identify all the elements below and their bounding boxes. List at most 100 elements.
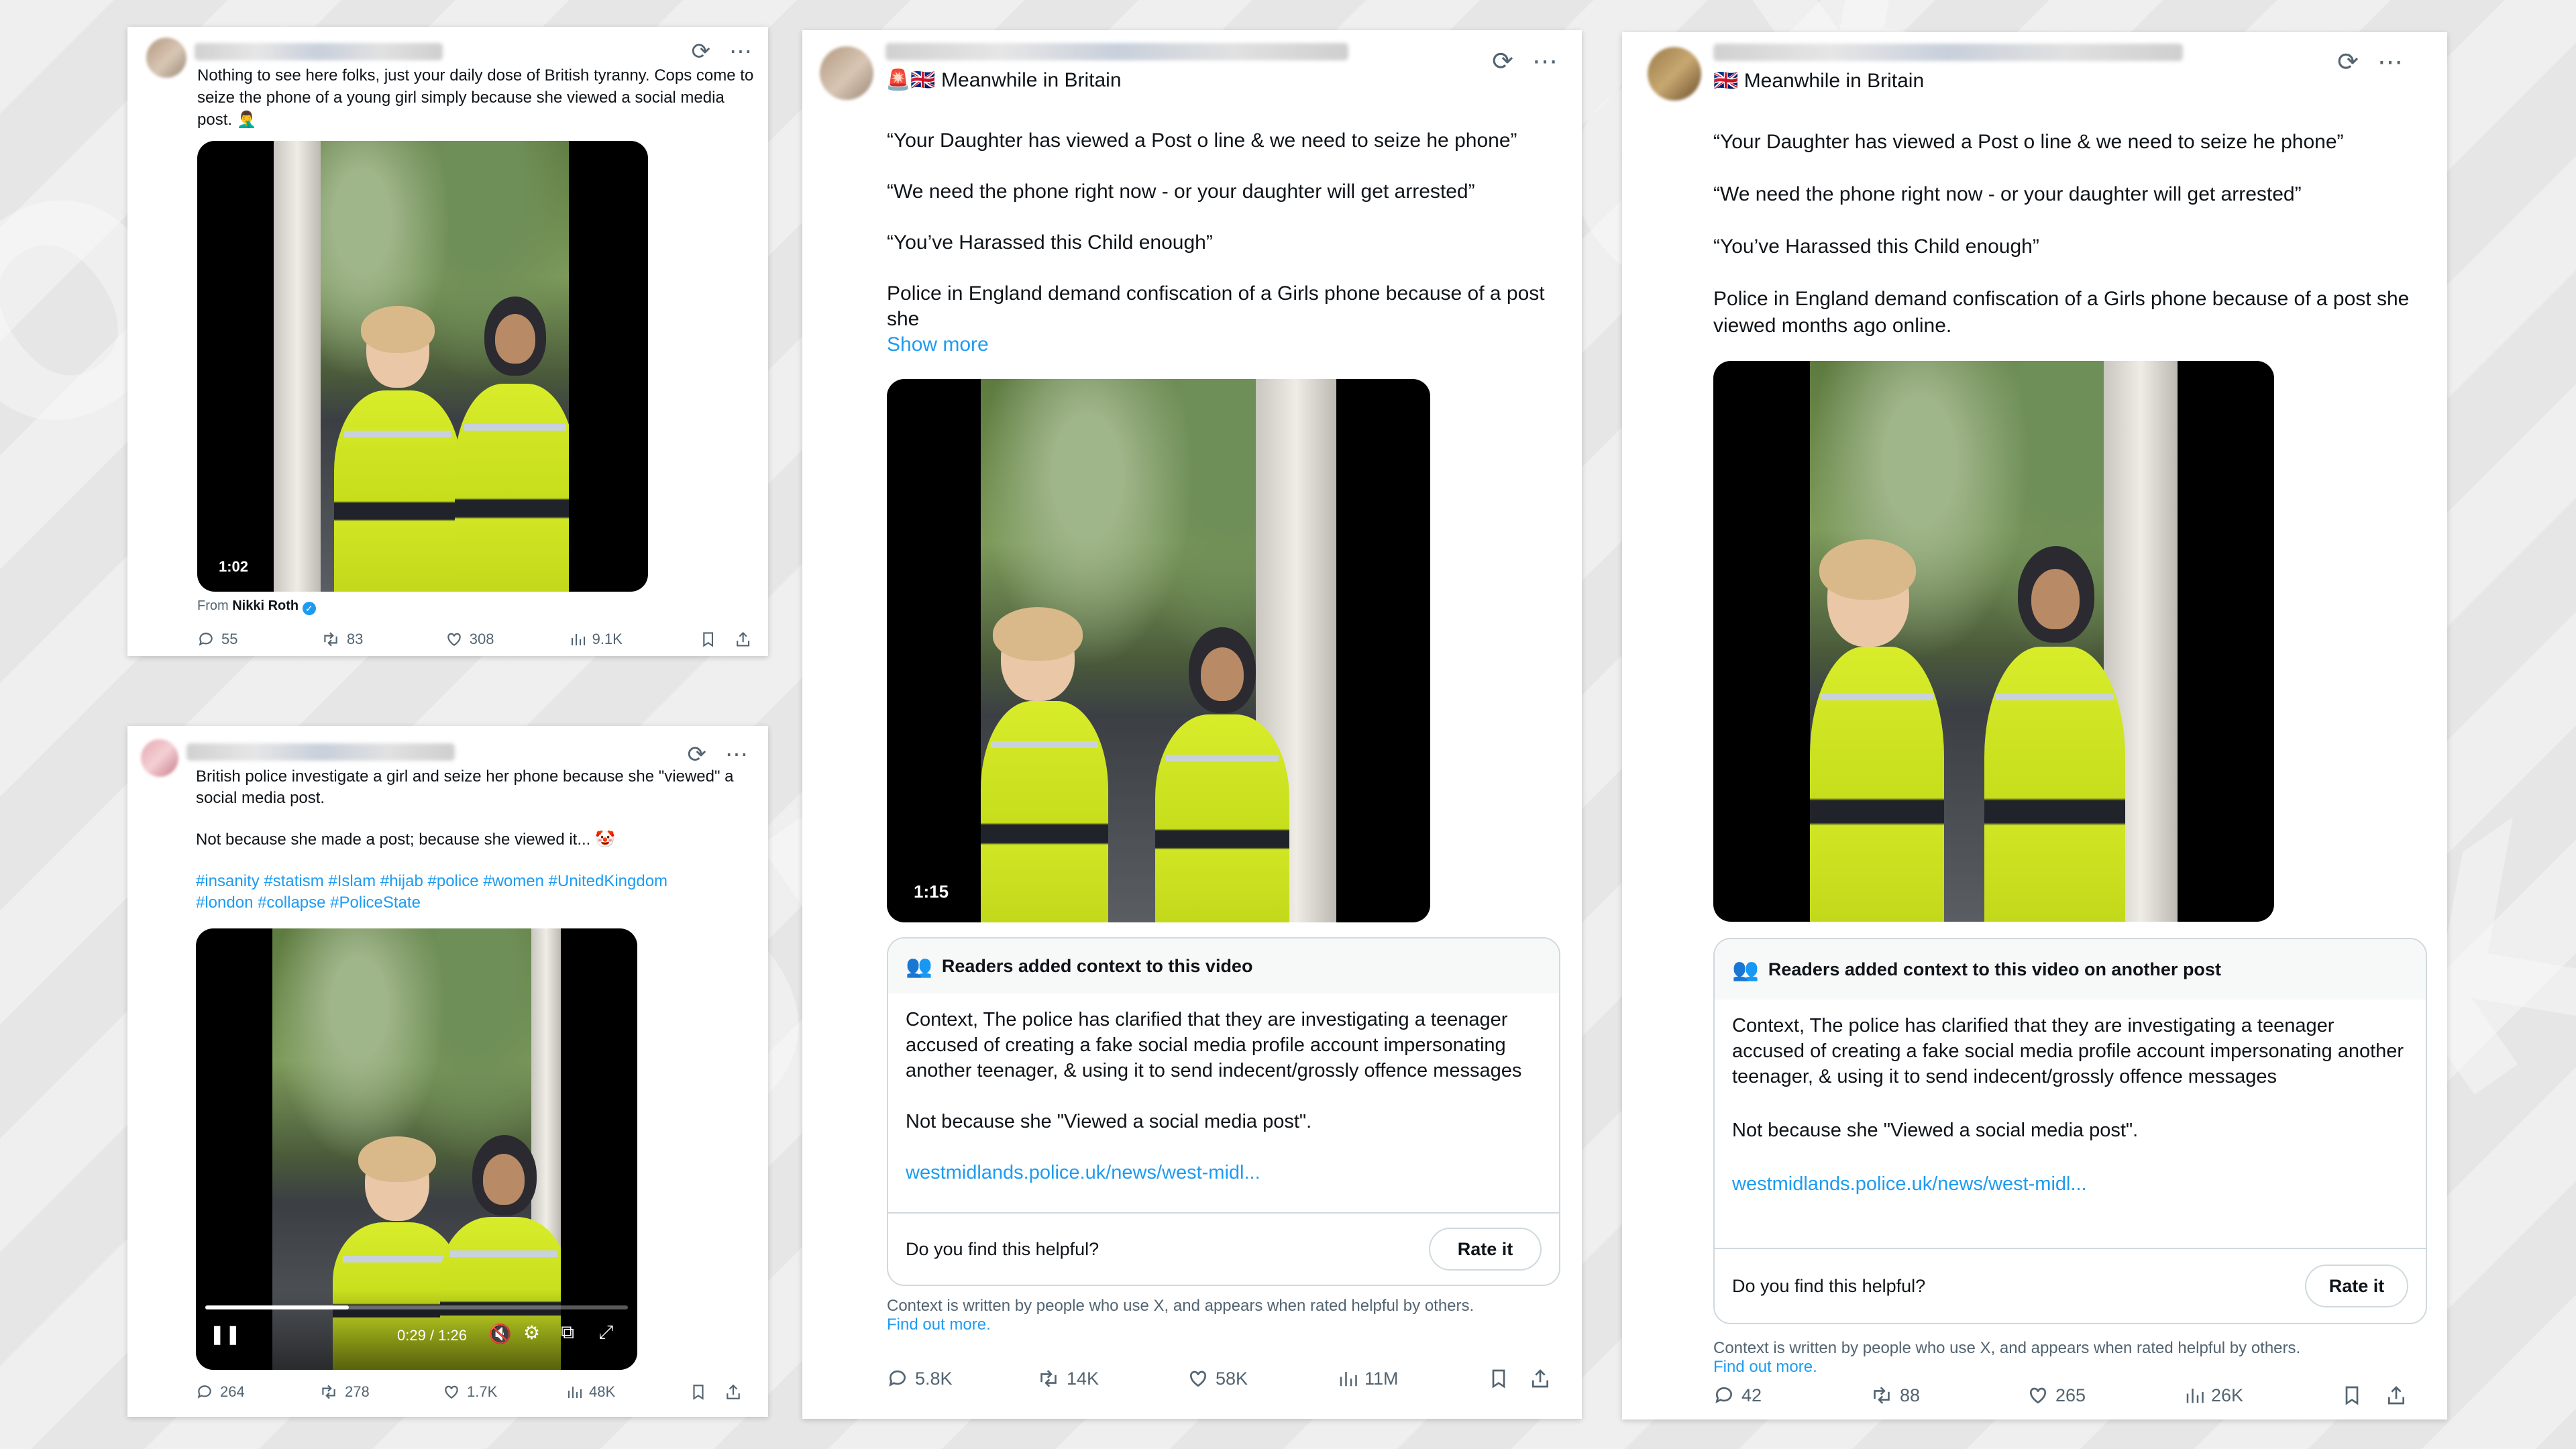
avatar[interactable] xyxy=(820,46,873,100)
bookmark-icon[interactable] xyxy=(700,631,716,648)
share-icon[interactable] xyxy=(1529,1368,1551,1389)
action-bar: 264 278 1.7K 48K xyxy=(196,1383,746,1401)
note-link[interactable]: westmidlands.police.uk/news/west-midl... xyxy=(1732,1171,2408,1197)
people-icon: 👥 xyxy=(1732,957,1759,981)
post-header-icons: ⟳ ⋯ xyxy=(2337,50,2403,75)
grok-icon[interactable]: ⟳ xyxy=(692,40,711,63)
verified-badge-icon: ✓ xyxy=(302,602,316,615)
repost-button[interactable]: 83 xyxy=(321,631,445,648)
helpful-question: Do you find this helpful? xyxy=(1732,1275,1926,1296)
note-body: Context, The police has clarified that t… xyxy=(888,1007,1559,1185)
post-header: 🚨🇬🇧 Meanwhile in Britain xyxy=(820,42,1348,100)
repost-icon xyxy=(324,632,337,647)
repost-count: 88 xyxy=(1900,1385,1921,1405)
note-title: Readers added context to this video xyxy=(941,955,1253,976)
like-count: 265 xyxy=(2055,1385,2086,1405)
find-out-more-link[interactable]: Find out more. xyxy=(1713,1358,1817,1376)
reply-count: 42 xyxy=(1741,1385,1762,1405)
grok-icon[interactable]: ⟳ xyxy=(2337,50,2359,75)
like-button[interactable]: 58K xyxy=(1187,1368,1338,1389)
repost-icon xyxy=(322,1385,335,1399)
repost-count: 14K xyxy=(1067,1368,1099,1389)
share-icon[interactable] xyxy=(724,1383,742,1401)
settings-icon[interactable]: ⚙ xyxy=(523,1322,540,1344)
share-icon[interactable] xyxy=(2385,1385,2407,1406)
rate-it-button[interactable]: Rate it xyxy=(2305,1265,2408,1307)
bookmark-icon[interactable] xyxy=(690,1383,707,1401)
repost-count: 83 xyxy=(346,631,364,647)
reply-button[interactable]: 42 xyxy=(1713,1385,1870,1406)
note-footer: Do you find this helpful? Rate it xyxy=(1715,1248,2426,1323)
mute-icon[interactable]: 🔇 xyxy=(488,1323,512,1345)
more-icon[interactable]: ⋯ xyxy=(729,40,752,63)
note-header: 👥 Readers added context to this video on… xyxy=(1715,939,2426,1000)
video-player[interactable]: 1:15 xyxy=(887,379,1430,922)
post-card-middle[interactable]: 🚨🇬🇧 Meanwhile in Britain ⟳ ⋯ “Your Daugh… xyxy=(802,30,1582,1419)
note-header: 👥 Readers added context to this video xyxy=(888,938,1559,994)
video-time: 0:29 / 1:26 xyxy=(397,1327,467,1344)
more-icon[interactable]: ⋯ xyxy=(2377,50,2403,75)
community-note: 👥 Readers added context to this video Co… xyxy=(887,937,1560,1286)
community-note: 👥 Readers added context to this video on… xyxy=(1713,938,2427,1324)
repost-button[interactable]: 14K xyxy=(1037,1368,1187,1389)
video-player[interactable]: 1:02 xyxy=(197,141,648,592)
share-icon[interactable] xyxy=(735,631,751,648)
action-bar: 42 88 265 26K xyxy=(1713,1385,2424,1406)
reply-button[interactable]: 264 xyxy=(196,1383,319,1401)
bookmark-icon[interactable] xyxy=(2341,1385,2363,1406)
rate-it-button[interactable]: Rate it xyxy=(1429,1228,1542,1271)
post-card-right[interactable]: 🇬🇧 Meanwhile in Britain ⟳ ⋯ “Your Daught… xyxy=(1622,32,2447,1419)
action-bar: 55 83 308 9.1K xyxy=(197,631,751,648)
post-card-bottom-left[interactable]: ⟳ ⋯ British police investigate a girl an… xyxy=(127,726,768,1417)
views-count: 48K xyxy=(589,1383,616,1400)
more-icon[interactable]: ⋯ xyxy=(1532,49,1558,74)
like-button[interactable]: 308 xyxy=(445,631,570,648)
like-icon xyxy=(2029,1387,2047,1404)
video-player[interactable]: ❚❚ 0:29 / 1:26 🔇 ⚙ ⧉ ⤢ xyxy=(196,928,637,1370)
reply-button[interactable]: 5.8K xyxy=(887,1368,1037,1389)
note-link[interactable]: westmidlands.police.uk/news/west-midl... xyxy=(906,1160,1542,1185)
hashtags[interactable]: #insanity #statism #Islam #hijab #police… xyxy=(196,871,746,914)
avatar[interactable] xyxy=(1648,47,1701,101)
fullscreen-icon[interactable]: ⤢ xyxy=(598,1322,613,1344)
like-button[interactable]: 1.7K xyxy=(443,1383,566,1401)
avatar[interactable] xyxy=(141,739,178,777)
more-icon[interactable]: ⋯ xyxy=(725,743,748,766)
video-player[interactable] xyxy=(1713,361,2274,922)
views-icon xyxy=(1340,1372,1357,1387)
post-card-top-left[interactable]: ⟳ ⋯ Nothing to see here folks, just your… xyxy=(127,27,768,656)
repost-count: 278 xyxy=(345,1383,370,1400)
like-count: 308 xyxy=(469,631,494,647)
pause-icon[interactable]: ❚❚ xyxy=(209,1323,241,1345)
repost-button[interactable]: 278 xyxy=(319,1383,443,1401)
avatar[interactable] xyxy=(146,38,186,78)
repost-button[interactable]: 88 xyxy=(1870,1385,2027,1406)
account-name[interactable]: 🇬🇧 Meanwhile in Britain xyxy=(1713,69,2183,93)
reply-button[interactable]: 55 xyxy=(197,631,321,648)
door-frame xyxy=(274,141,321,592)
reply-icon xyxy=(199,633,213,646)
like-count: 58K xyxy=(1216,1368,1248,1389)
reply-count: 264 xyxy=(220,1383,245,1400)
note-disclaimer: Context is written by people who use X, … xyxy=(887,1297,1474,1334)
like-button[interactable]: 265 xyxy=(2027,1385,2184,1406)
views-button[interactable]: 26K xyxy=(2184,1385,2341,1406)
from-attribution[interactable]: From Nikki Roth ✓ xyxy=(197,598,316,615)
captions-icon[interactable]: ⧉ xyxy=(561,1322,574,1344)
post-header-icons: ⟳ ⋯ xyxy=(1492,49,1558,74)
grok-icon[interactable]: ⟳ xyxy=(1492,49,1513,74)
views-button[interactable]: 9.1K xyxy=(570,631,694,648)
from-name[interactable]: Nikki Roth xyxy=(232,598,299,613)
show-more-link[interactable]: Show more xyxy=(887,332,1558,358)
views-button[interactable]: 48K xyxy=(566,1383,690,1401)
video-progress-bar[interactable] xyxy=(205,1305,628,1309)
views-button[interactable]: 11M xyxy=(1338,1368,1488,1389)
blurred-username xyxy=(1713,43,2183,61)
post-text: “Your Daughter has viewed a Post o line … xyxy=(1713,131,2410,337)
post-header-icons: ⟳ ⋯ xyxy=(692,40,753,63)
find-out-more-link[interactable]: Find out more. xyxy=(887,1316,991,1334)
account-name[interactable]: 🚨🇬🇧 Meanwhile in Britain xyxy=(885,68,1348,92)
bookmark-icon[interactable] xyxy=(1488,1368,1509,1389)
grok-icon[interactable]: ⟳ xyxy=(688,743,707,766)
post-text: Nothing to see here folks, just your dai… xyxy=(197,66,754,129)
